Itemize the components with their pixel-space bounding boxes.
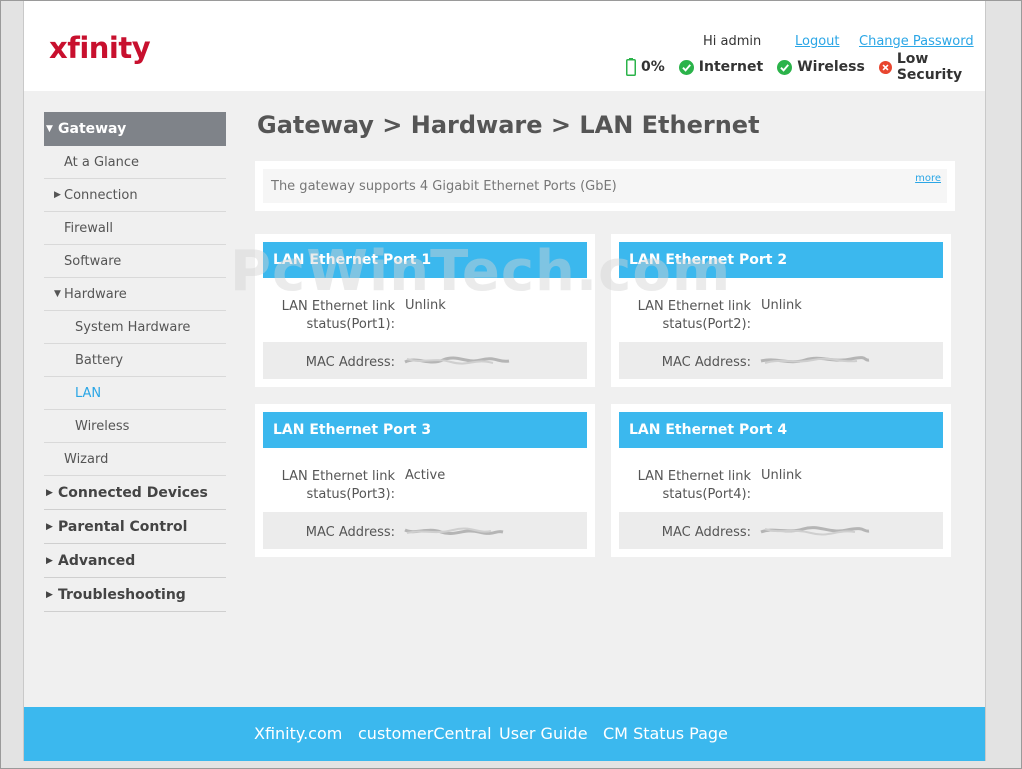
footer-link-user-guide[interactable]: User Guide <box>499 724 588 743</box>
link-status-label: LAN Ethernet link status(Port4): <box>637 469 751 502</box>
footer-link-customer-central[interactable]: customerCentral <box>358 724 492 743</box>
redacted-mac-scribble <box>404 527 504 536</box>
internet-status[interactable]: Internet <box>678 59 764 75</box>
sidebar-item-system-hardware[interactable]: System Hardware <box>44 311 226 344</box>
info-text: The gateway supports 4 Gigabit Ethernet … <box>271 179 617 194</box>
page-title: Gateway > Hardware > LAN Ethernet <box>257 111 760 139</box>
port-card-title: LAN Ethernet Port 3 <box>263 412 587 448</box>
info-box: The gateway supports 4 Gigabit Ethernet … <box>255 161 955 211</box>
triangle-right-icon: ▶ <box>46 589 53 600</box>
port-card-4: LAN Ethernet Port 4 LAN Ethernet link st… <box>611 404 951 557</box>
sidebar-item-wizard[interactable]: Wizard <box>44 443 226 476</box>
wireless-label: Wireless <box>797 59 865 75</box>
greeting: Hi admin <box>703 34 762 49</box>
footer: Xfinity.com customerCentral User Guide C… <box>24 707 985 761</box>
port-card-2: LAN Ethernet Port 2 LAN Ethernet link st… <box>611 234 951 387</box>
link-status-value: Unlink <box>761 298 802 313</box>
sidebar-item-hardware[interactable]: ▼ Hardware <box>44 278 226 311</box>
browser-frame: xfinity Hi admin Logout Change Password … <box>0 0 1022 769</box>
mac-address-label: MAC Address: <box>305 355 395 370</box>
mac-address-label: MAC Address: <box>661 525 751 540</box>
check-circle-icon <box>678 59 694 75</box>
logout-link[interactable]: Logout <box>795 34 840 49</box>
more-link[interactable]: more <box>915 173 941 184</box>
battery-icon <box>626 58 636 76</box>
check-circle-icon <box>777 59 793 75</box>
triangle-right-icon: ▶ <box>46 521 53 532</box>
triangle-right-icon: ▶ <box>46 555 53 566</box>
sidebar-item-battery[interactable]: Battery <box>44 344 226 377</box>
wireless-status[interactable]: Wireless <box>777 59 865 75</box>
sidebar-item-troubleshooting[interactable]: ▶ Troubleshooting <box>44 578 226 612</box>
port-card-title: LAN Ethernet Port 4 <box>619 412 943 448</box>
error-circle-icon <box>878 60 892 74</box>
mac-address-row: MAC Address: <box>619 512 943 549</box>
mac-address-row: MAC Address: <box>619 342 943 379</box>
mac-address-row: MAC Address: <box>263 342 587 379</box>
redacted-mac-scribble <box>760 356 870 364</box>
status-bar: 0% Internet Wireless Low Security <box>626 51 985 83</box>
link-status-value: Unlink <box>761 468 802 483</box>
battery-status[interactable]: 0% <box>626 58 665 76</box>
sidebar-item-firewall[interactable]: Firewall <box>44 212 226 245</box>
footer-link-xfinity[interactable]: Xfinity.com <box>254 724 342 743</box>
internet-label: Internet <box>698 59 764 75</box>
port-card-3: LAN Ethernet Port 3 LAN Ethernet link st… <box>255 404 595 557</box>
security-label: Low Security <box>896 51 963 83</box>
mac-address-row: MAC Address: <box>263 512 587 549</box>
sidebar-item-connection[interactable]: ▶ Connection <box>44 179 226 212</box>
change-password-link[interactable]: Change Password <box>859 34 974 49</box>
link-status-label: LAN Ethernet link status(Port1): <box>281 299 395 332</box>
sidebar-item-connected-devices[interactable]: ▶ Connected Devices <box>44 476 226 510</box>
header: xfinity Hi admin Logout Change Password … <box>24 1 985 91</box>
triangle-down-icon: ▼ <box>54 289 61 299</box>
triangle-down-icon: ▼ <box>46 124 53 134</box>
security-status[interactable]: Low Security <box>878 51 985 83</box>
footer-link-cm-status[interactable]: CM Status Page <box>603 724 728 743</box>
page: xfinity Hi admin Logout Change Password … <box>23 1 986 761</box>
sidebar-item-wireless[interactable]: Wireless <box>44 410 226 443</box>
sidebar-item-gateway[interactable]: ▼ Gateway <box>44 112 226 146</box>
mac-address-label: MAC Address: <box>661 355 751 370</box>
link-status-label: LAN Ethernet link status(Port3): <box>281 469 395 502</box>
sidebar-item-parental-control[interactable]: ▶ Parental Control <box>44 510 226 544</box>
battery-percent: 0% <box>641 59 665 75</box>
sidebar-item-lan[interactable]: LAN <box>44 377 226 410</box>
mac-address-label: MAC Address: <box>305 525 395 540</box>
sidebar-item-software[interactable]: Software <box>44 245 226 278</box>
sidebar-nav: ▼ Gateway At a Glance ▶ Connection Firew… <box>44 112 226 612</box>
link-status-label: LAN Ethernet link status(Port2): <box>637 299 751 332</box>
triangle-right-icon: ▶ <box>54 190 61 200</box>
triangle-right-icon: ▶ <box>46 487 53 498</box>
link-status-value: Unlink <box>405 298 446 313</box>
sidebar-item-advanced[interactable]: ▶ Advanced <box>44 544 226 578</box>
redacted-mac-scribble <box>404 356 510 365</box>
port-card-title: LAN Ethernet Port 2 <box>619 242 943 278</box>
xfinity-logo[interactable]: xfinity <box>49 31 151 65</box>
link-status-value: Active <box>405 468 446 483</box>
redacted-mac-scribble <box>760 526 870 536</box>
port-card-1: LAN Ethernet Port 1 LAN Ethernet link st… <box>255 234 595 387</box>
port-card-title: LAN Ethernet Port 1 <box>263 242 587 278</box>
sidebar-item-at-a-glance[interactable]: At a Glance <box>44 146 226 179</box>
